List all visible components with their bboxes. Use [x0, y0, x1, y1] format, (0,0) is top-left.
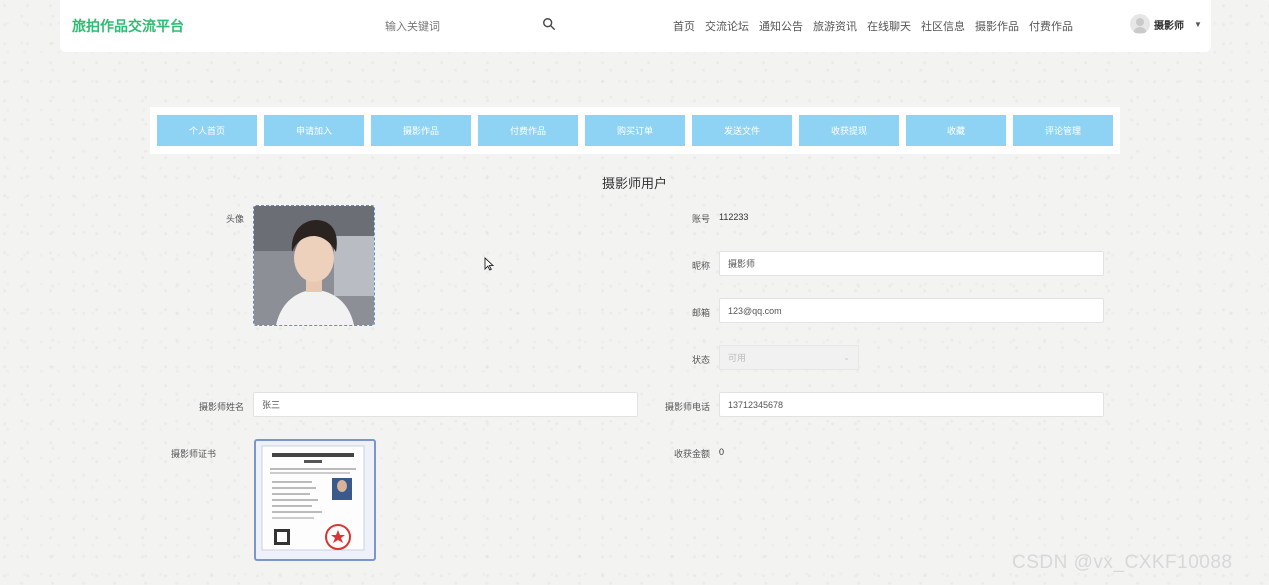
name-label: 摄影师姓名: [198, 402, 244, 412]
site-logo[interactable]: 旅拍作品交流平台: [72, 16, 184, 36]
avatar-photo: [254, 206, 374, 325]
nav-item-community[interactable]: 社区信息: [921, 18, 965, 34]
search-icon[interactable]: [542, 17, 556, 31]
watermark: CSDN @vx_CXKF10088: [1012, 552, 1233, 573]
nav-item-photo-works[interactable]: 摄影作品: [975, 18, 1019, 34]
page-background: [0, 0, 1269, 585]
cert-label: 摄影师证书: [170, 449, 216, 459]
nickname-label: 昵称: [691, 261, 710, 271]
center-tabs: 个人首页 申请加入 摄影作品 付费作品 购买订单 发送文件 收获提现 收藏 评论…: [150, 107, 1120, 154]
nav-item-paid-works[interactable]: 付费作品: [1029, 18, 1073, 34]
tab-paid-works[interactable]: 付费作品: [478, 115, 578, 146]
email-field[interactable]: 123@qq.com: [719, 298, 1104, 323]
chevron-down-icon: ⌄: [843, 353, 850, 362]
user-menu[interactable]: 摄影师 ▼: [1130, 14, 1202, 34]
top-header: 旅拍作品交流平台 输入关键词 首页 交流论坛 通知公告 旅游资讯 在线聊天 社区…: [60, 0, 1211, 52]
caret-down-icon: ▼: [1194, 19, 1202, 29]
account-label: 账号: [691, 214, 710, 224]
nav-item-chat[interactable]: 在线聊天: [867, 18, 911, 34]
account-value: 112233: [719, 212, 749, 222]
user-name: 摄影师: [1154, 20, 1184, 32]
tab-favorites[interactable]: 收藏: [906, 115, 1006, 146]
nav-item-home[interactable]: 首页: [673, 18, 695, 34]
page-title: 摄影师用户: [601, 176, 667, 191]
search-input[interactable]: 输入关键词: [385, 18, 440, 34]
avatar-upload[interactable]: [253, 205, 375, 326]
tab-withdraw[interactable]: 收获提现: [799, 115, 899, 146]
nickname-field[interactable]: 摄影师: [719, 251, 1104, 276]
nav-item-notice[interactable]: 通知公告: [759, 18, 803, 34]
user-icon: [1133, 18, 1147, 33]
avatar: [1130, 14, 1150, 34]
certificate-image: [261, 445, 365, 551]
certificate-upload[interactable]: [254, 439, 376, 561]
phone-field[interactable]: 13712345678: [719, 392, 1104, 417]
income-value: 0: [719, 447, 725, 457]
main-nav: 首页 交流论坛 通知公告 旅游资讯 在线聊天 社区信息 摄影作品 付费作品: [673, 18, 1083, 34]
email-label: 邮箱: [691, 308, 710, 318]
income-label: 收获金额: [673, 449, 710, 459]
nav-item-travel-news[interactable]: 旅游资讯: [813, 18, 857, 34]
status-value: 可用: [728, 353, 747, 363]
tab-personal-home[interactable]: 个人首页: [157, 115, 257, 146]
avatar-label: 头像: [225, 214, 244, 224]
search-bar[interactable]: 输入关键词: [385, 16, 565, 36]
tab-apply-join[interactable]: 申请加入: [264, 115, 364, 146]
status-label: 状态: [691, 355, 710, 365]
tab-comments[interactable]: 评论管理: [1013, 115, 1113, 146]
tab-send-file[interactable]: 发送文件: [692, 115, 792, 146]
tab-purchase-orders[interactable]: 购买订单: [585, 115, 685, 146]
status-select[interactable]: 可用 ⌄: [719, 345, 859, 370]
phone-label: 摄影师电话: [664, 402, 710, 412]
tab-photo-works[interactable]: 摄影作品: [371, 115, 471, 146]
name-field[interactable]: 张三: [253, 392, 638, 417]
nav-item-forum[interactable]: 交流论坛: [705, 18, 749, 34]
mouse-cursor-icon: [484, 257, 494, 271]
